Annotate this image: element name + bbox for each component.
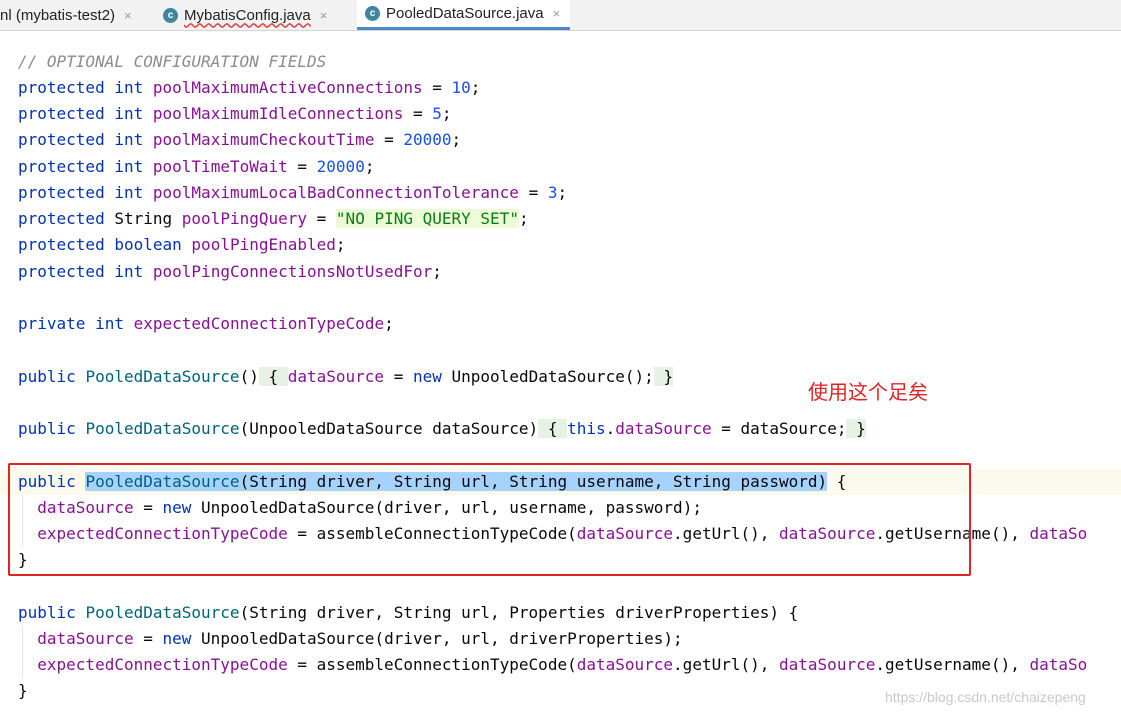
tab-mybatisconfig[interactable]: c MybatisConfig.java ×	[163, 0, 327, 30]
code-line: private int expectedConnectionTypeCode;	[18, 314, 394, 333]
code-line: protected int poolMaximumCheckoutTime = …	[18, 130, 462, 149]
code-line: expectedConnectionTypeCode = assembleCon…	[37, 655, 1088, 674]
code-line: protected int poolMaximumIdleConnections…	[18, 104, 452, 123]
tab-xml-config[interactable]: nl (mybatis-test2) ×	[0, 0, 132, 30]
editor-tab-bar: nl (mybatis-test2) × c MybatisConfig.jav…	[0, 0, 1121, 31]
code-line: protected int poolTimeToWait = 20000;	[18, 157, 375, 176]
code-line: }	[18, 681, 28, 700]
code-line: protected boolean poolPingEnabled;	[18, 235, 346, 254]
code-line: protected int poolMaximumActiveConnectio…	[18, 78, 481, 97]
tab-label: MybatisConfig.java	[184, 6, 311, 24]
code-line: protected int poolMaximumLocalBadConnect…	[18, 183, 568, 202]
highlight-box	[8, 463, 971, 576]
code-line: dataSource = new UnpooledDataSource(driv…	[37, 629, 683, 648]
watermark: https://blog.csdn.net/chaizepeng	[885, 689, 1086, 705]
code-line: public PooledDataSource(String driver, S…	[18, 603, 799, 622]
code-line: // OPTIONAL CONFIGURATION FIELDS	[18, 52, 327, 71]
code-line: public PooledDataSource(UnpooledDataSour…	[18, 419, 866, 438]
code-editor[interactable]: // OPTIONAL CONFIGURATION FIELDS protect…	[0, 31, 1121, 716]
code-line: protected String poolPingQuery = "NO PIN…	[18, 209, 529, 228]
close-icon[interactable]: ×	[320, 8, 328, 23]
close-icon[interactable]: ×	[553, 6, 561, 21]
tab-label: PooledDataSource.java	[386, 5, 544, 22]
tab-pooleddatasource[interactable]: c PooledDataSource.java ×	[357, 0, 571, 30]
code-line: public PooledDataSource() { dataSource =…	[18, 367, 674, 386]
java-class-icon: c	[163, 7, 178, 23]
java-class-icon: c	[365, 6, 380, 21]
close-icon[interactable]: ×	[124, 8, 132, 23]
tab-label: nl (mybatis-test2)	[0, 6, 116, 24]
annotation-text: 使用这个足矣	[808, 380, 928, 404]
code-line: protected int poolPingConnectionsNotUsed…	[18, 262, 442, 281]
